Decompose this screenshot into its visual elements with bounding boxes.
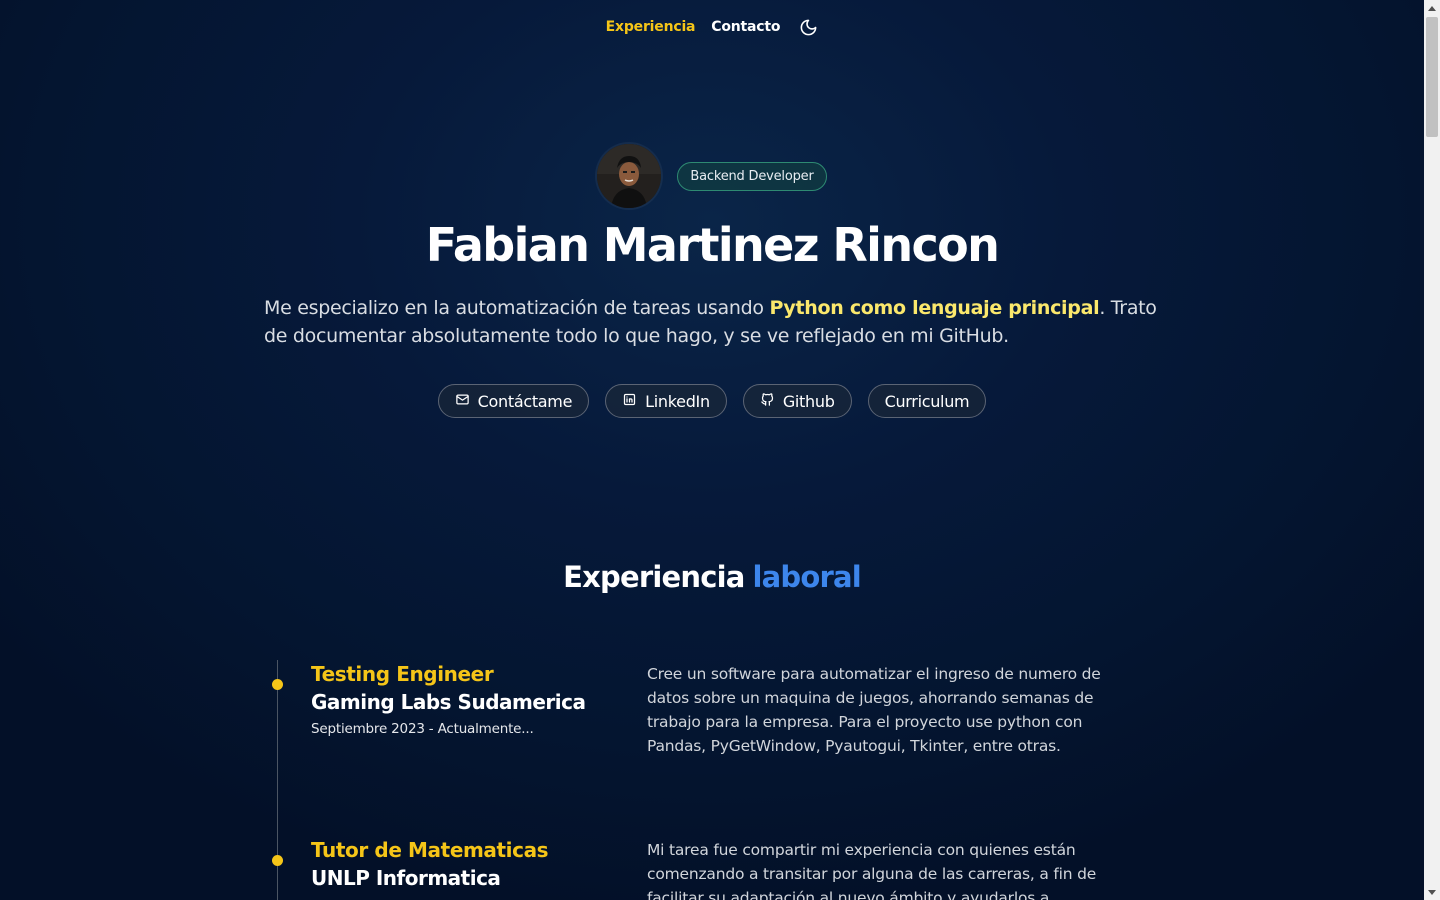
page-title: Fabian Martinez Rincon xyxy=(425,218,1000,272)
curriculum-button[interactable]: Curriculum xyxy=(867,384,987,418)
top-nav: Experiencia Contacto xyxy=(0,16,1424,38)
timeline-dot xyxy=(272,855,283,866)
experience-section-title: Experiencia laboral xyxy=(0,560,1424,594)
hero-header: Backend Developer xyxy=(0,144,1424,208)
experience-role: Tutor de Matematicas xyxy=(311,838,549,862)
scrollbar-thumb[interactable] xyxy=(1426,17,1438,137)
linkedin-icon xyxy=(622,392,637,411)
intro-highlight: Python como lenguaje principal xyxy=(769,297,1100,319)
curriculum-button-label: Curriculum xyxy=(884,391,970,411)
nav-link-contacto[interactable]: Contacto xyxy=(711,19,780,35)
scroll-up-arrow-icon[interactable] xyxy=(1424,0,1440,16)
experience-title-accent: laboral xyxy=(752,560,862,594)
experience-date: Septiembre 2023 - Actualmente... xyxy=(311,721,534,737)
github-button-label: Github xyxy=(782,391,835,411)
nav-link-experiencia[interactable]: Experiencia xyxy=(606,19,696,35)
timeline-dot xyxy=(272,679,283,690)
contact-button[interactable]: Contáctame xyxy=(437,384,590,418)
experience-description: Mi tarea fue compartir mi experiencia co… xyxy=(647,841,1097,900)
linkedin-button-label: LinkedIn xyxy=(645,391,710,411)
scroll-down-arrow-icon[interactable] xyxy=(1424,884,1440,900)
avatar xyxy=(597,144,662,208)
github-button[interactable]: Github xyxy=(742,384,852,418)
github-icon xyxy=(760,392,775,411)
role-badge: Backend Developer xyxy=(677,161,827,191)
experience-company: UNLP Informatica xyxy=(311,866,501,890)
experience-description: Cree un software para automatizar el ing… xyxy=(647,665,1101,755)
experience-title-main: Experiencia xyxy=(563,560,745,594)
vertical-scrollbar[interactable] xyxy=(1424,0,1440,900)
intro-text: Me especializo en la automatización de t… xyxy=(264,294,1164,350)
hero-actions: Contáctame LinkedIn Github Curriculum xyxy=(0,384,1424,418)
linkedin-button[interactable]: LinkedIn xyxy=(605,384,727,418)
contact-button-label: Contáctame xyxy=(477,391,573,411)
moon-icon[interactable] xyxy=(798,17,818,37)
page: Experiencia Contacto Backend Developer F… xyxy=(0,0,1424,900)
mail-icon xyxy=(455,392,470,411)
intro-text-start: Me especializo en la automatización de t… xyxy=(264,297,770,319)
experience-role: Testing Engineer xyxy=(311,662,494,686)
experience-company: Gaming Labs Sudamerica xyxy=(311,690,586,714)
